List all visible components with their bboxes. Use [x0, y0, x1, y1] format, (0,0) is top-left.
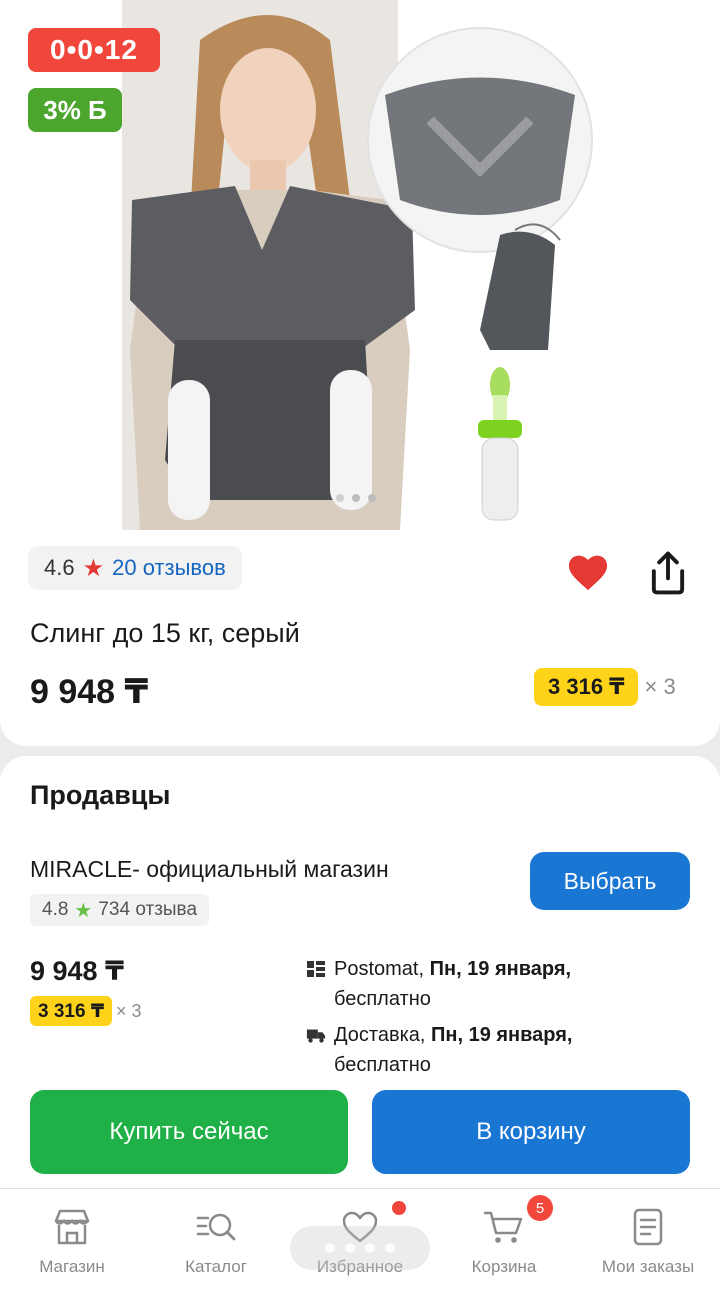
installment-times: × 3: [644, 674, 676, 699]
share-icon: [651, 551, 685, 595]
tab-cart[interactable]: Корзина 5: [432, 1189, 576, 1306]
orders-icon: [633, 1208, 663, 1246]
bonus-badge: 3% Б: [28, 88, 122, 132]
pager-dot: [325, 1243, 335, 1253]
shop-name[interactable]: MIRACLE- официальный магазин: [30, 856, 389, 883]
tab-store[interactable]: Магазин: [0, 1189, 144, 1306]
product-rating[interactable]: 4.6 ★ 20 отзывов: [28, 546, 242, 590]
sale-timer-badge: 0•0•12: [28, 28, 160, 72]
favorite-button[interactable]: [566, 552, 610, 592]
catalog-search-icon: [196, 1213, 236, 1241]
installment-amount: 3 316 ₸: [30, 996, 113, 1026]
pager-dot: [365, 1243, 375, 1253]
store-icon: [54, 1209, 90, 1245]
seller-installment: 3 316 ₸ × 3: [30, 996, 142, 1026]
delivery-cost: бесплатно: [334, 1054, 431, 1076]
share-button[interactable]: [646, 550, 690, 596]
cart-count-badge: 5: [527, 1195, 553, 1221]
installment-info[interactable]: 3 316 ₸ × 3: [534, 668, 676, 706]
sellers-heading: Продавцы: [30, 780, 171, 810]
tab-label: Мои заказы: [601, 1257, 695, 1276]
cart-icon: [483, 1211, 523, 1243]
product-photo: [122, 0, 593, 530]
add-to-cart-button[interactable]: В корзину: [372, 1090, 690, 1174]
postomat-icon: [307, 961, 325, 977]
product-image-gallery[interactable]: [0, 0, 720, 540]
rating-value: 4.6: [44, 555, 75, 580]
tab-label: Магазин: [39, 1257, 105, 1276]
shop-reviews-count: 734 отзыва: [98, 899, 198, 920]
pager-dot: [345, 1243, 355, 1253]
pager-dot: [385, 1243, 395, 1253]
delivery-option-courier: Доставка, Пн, 19 января, бесплатно: [306, 1020, 572, 1080]
tab-catalog[interactable]: Каталог: [144, 1189, 288, 1306]
heart-icon: [568, 555, 608, 591]
installment-amount: 3 316 ₸: [534, 668, 639, 706]
tab-orders[interactable]: Мои заказы: [576, 1189, 720, 1306]
delivery-date: Пн, 19 января,: [431, 1024, 573, 1046]
shop-rating-value: 4.8: [42, 899, 69, 920]
buy-now-button[interactable]: Купить сейчас: [30, 1090, 348, 1174]
choose-seller-button[interactable]: Выбрать: [530, 852, 690, 910]
star-icon: ★: [82, 554, 105, 582]
tab-label: Каталог: [185, 1257, 247, 1276]
delivery-cost: бесплатно: [334, 988, 431, 1010]
delivery-date: Пн, 19 января,: [429, 958, 572, 980]
product-card: 0•0•12 3% Б 4.6 ★ 20 отзывов Слинг до 15…: [0, 0, 720, 746]
installment-times: × 3: [116, 1000, 142, 1021]
product-price: 9 948 ₸: [30, 673, 149, 711]
shop-rating: 4.8 ★ 734 отзыва: [30, 894, 210, 926]
delivery-option-postomat: Postomat, Пн, 19 января, бесплатно: [306, 954, 571, 1014]
tab-label: Корзина: [471, 1257, 537, 1276]
delivery-method: Postomat,: [334, 958, 430, 980]
product-title: Слинг до 15 кг, серый: [30, 618, 300, 648]
favorites-notification-dot: [392, 1201, 406, 1215]
reviews-link[interactable]: 20 отзывов: [112, 555, 226, 581]
star-icon: ★: [74, 899, 93, 922]
delivery-method: Доставка,: [334, 1024, 432, 1046]
screen-pager-overlay: [290, 1226, 430, 1270]
truck-icon: [306, 1029, 326, 1043]
seller-price: 9 948 ₸: [30, 956, 124, 986]
